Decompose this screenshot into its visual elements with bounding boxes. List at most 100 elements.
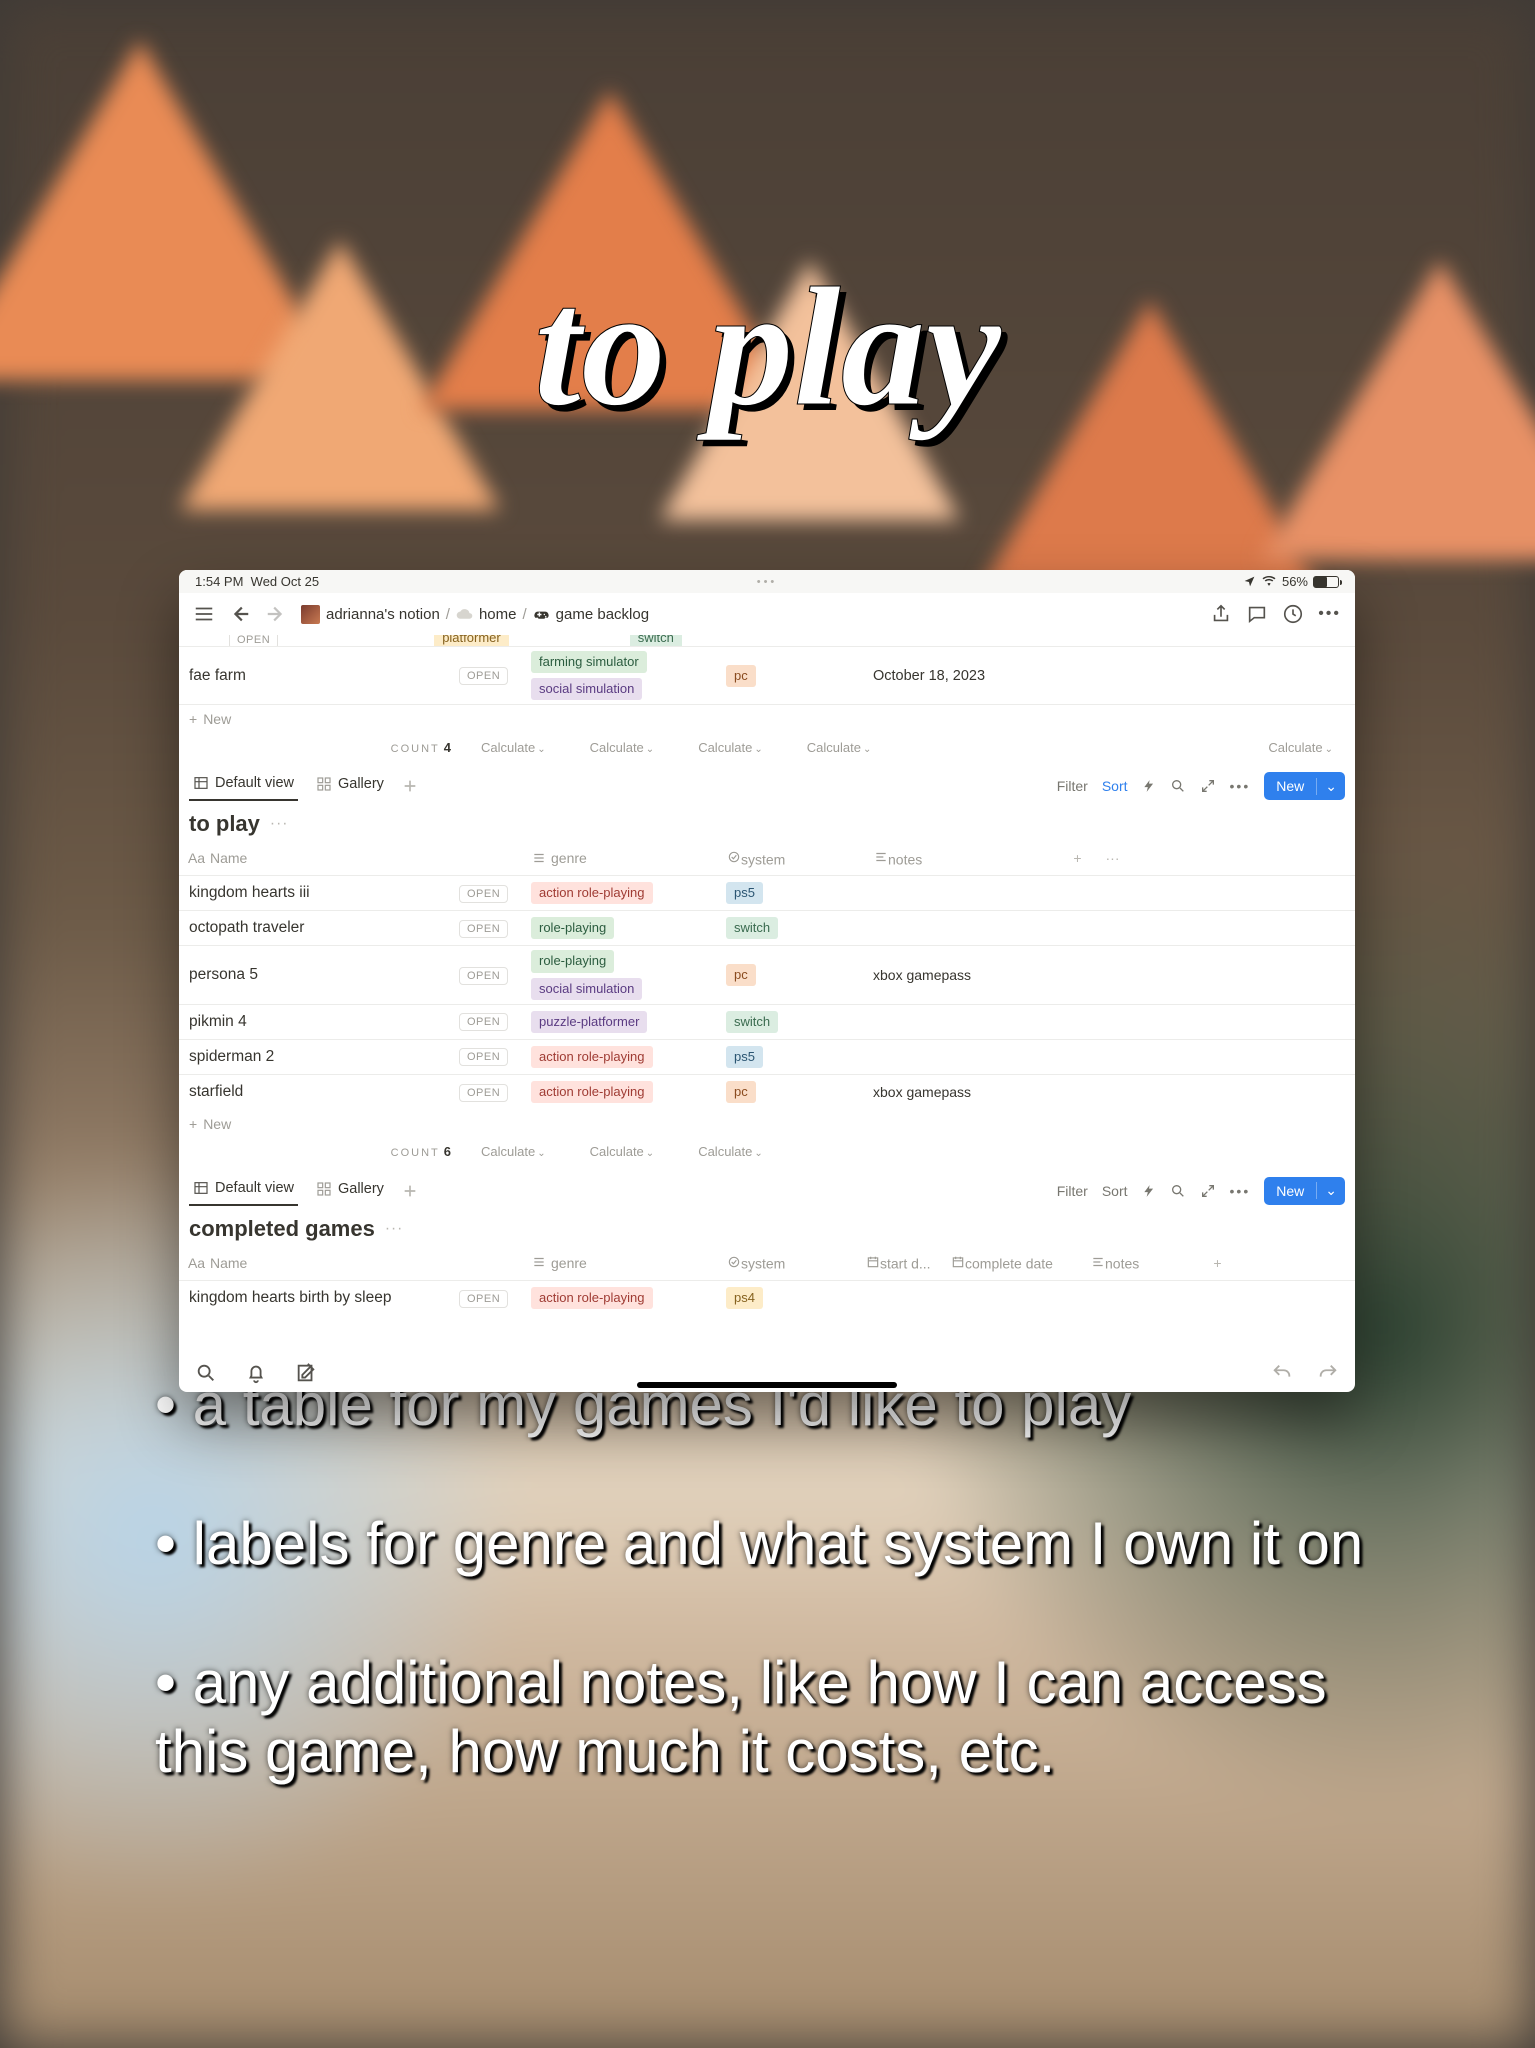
new-button[interactable]: New ⌄ <box>1264 772 1345 800</box>
crumb-home[interactable]: home <box>479 606 517 623</box>
open-page-button[interactable]: OPEN <box>459 1048 508 1066</box>
crumb-page[interactable]: game backlog <box>556 606 649 623</box>
row-title[interactable]: kingdom hearts birth by sleep <box>189 1289 391 1307</box>
home-indicator[interactable] <box>637 1382 897 1388</box>
add-column-button[interactable]: + <box>1200 1255 1235 1271</box>
multitask-dots-icon[interactable]: ••• <box>757 576 778 588</box>
forward-button[interactable] <box>265 603 287 625</box>
notifications-icon[interactable] <box>245 1362 267 1384</box>
calculate-menu[interactable]: Calculate⌄ <box>676 740 785 755</box>
row-title[interactable]: kingdom hearts iii <box>189 884 310 902</box>
search-icon[interactable] <box>1170 1183 1186 1199</box>
redo-icon[interactable] <box>1317 1362 1339 1384</box>
calculate-menu[interactable]: Calculate⌄ <box>568 1144 677 1159</box>
row-title[interactable]: octopath traveler <box>189 919 304 937</box>
open-page-button[interactable]: OPEN <box>459 667 508 685</box>
updates-icon[interactable] <box>1282 603 1304 625</box>
search-icon[interactable] <box>195 1362 217 1384</box>
add-row-button[interactable]: +New <box>179 1110 1355 1138</box>
row-title[interactable]: persona 5 <box>189 966 258 984</box>
table-row[interactable]: pikmin 4 OPEN puzzle-platformer switch <box>179 1005 1355 1040</box>
tag[interactable]: pc <box>726 964 756 986</box>
tag[interactable]: ps5 <box>726 882 763 904</box>
tag[interactable]: action role-playing <box>531 1287 653 1309</box>
tag-system[interactable]: pc <box>726 665 756 687</box>
expand-icon[interactable] <box>1200 1183 1216 1199</box>
breadcrumb[interactable]: adrianna's notion / home / game backlog <box>301 605 649 624</box>
open-page-button[interactable]: OPEN <box>459 1013 508 1031</box>
open-page-button[interactable]: OPEN <box>459 1290 508 1308</box>
column-more-icon[interactable]: ··· <box>1095 850 1130 866</box>
open-page-button[interactable]: OPEN <box>459 967 508 985</box>
table-row[interactable]: kingdom hearts birth by sleep OPEN action … <box>179 1281 1355 1316</box>
more-icon[interactable]: ••• <box>1230 1183 1251 1199</box>
table-row[interactable]: octopath traveler OPEN role-playing switch <box>179 911 1355 946</box>
table-row[interactable]: starfield OPEN action role-playing pc xbox g… <box>179 1075 1355 1110</box>
calculate-menu[interactable]: Calculate⌄ <box>459 1144 568 1159</box>
table-row[interactable]: spiderman 2OPENaction role-playingps5 <box>179 1040 1355 1075</box>
tag[interactable]: switch <box>726 1011 778 1033</box>
notes-cell[interactable]: xbox gamepass <box>865 1080 1060 1104</box>
comments-icon[interactable] <box>1246 603 1268 625</box>
row-title[interactable]: pikmin 4 <box>189 1013 247 1031</box>
open-page-button[interactable]: OPEN <box>459 885 508 903</box>
tag[interactable]: ps5 <box>726 1046 763 1068</box>
add-row-button[interactable]: +New <box>179 705 1355 733</box>
tag[interactable]: ps4 <box>726 1287 763 1309</box>
tab-default-view[interactable]: Default view <box>189 771 298 801</box>
open-page-button[interactable]: OPEN <box>459 920 508 938</box>
notes-cell[interactable]: xbox gamepass <box>865 963 1060 987</box>
database-title[interactable]: completed games <box>189 1216 375 1242</box>
add-column-button[interactable]: + <box>1060 850 1095 866</box>
tag-genre[interactable]: social simulation <box>531 678 642 700</box>
table-row[interactable]: kingdom hearts iii OPEN action role-playin… <box>179 876 1355 911</box>
row-title[interactable]: starfield <box>189 1083 243 1101</box>
calculate-menu[interactable]: Calculate⌄ <box>785 740 894 755</box>
share-icon[interactable] <box>1210 603 1232 625</box>
tab-gallery[interactable]: Gallery <box>312 772 388 800</box>
tag[interactable]: action role-playing <box>531 882 653 904</box>
crumb-workspace[interactable]: adrianna's notion <box>326 606 440 623</box>
filter-button[interactable]: Filter <box>1057 778 1088 794</box>
tag[interactable]: action role-playing <box>531 1081 653 1103</box>
undo-icon[interactable] <box>1271 1362 1293 1384</box>
row-title[interactable]: fae farm <box>189 667 246 685</box>
calculate-menu[interactable]: Calculate⌄ <box>568 740 677 755</box>
table-row[interactable]: fae farm OPEN farming simulator social s… <box>179 647 1355 705</box>
tag[interactable]: role-playing <box>531 950 614 972</box>
calculate-menu[interactable]: Calculate⌄ <box>459 740 568 755</box>
tag[interactable]: social simulation <box>531 978 642 1000</box>
db-more-icon[interactable]: ··· <box>385 1220 404 1238</box>
calculate-menu[interactable]: Calculate⌄ <box>1246 740 1355 755</box>
table-row[interactable]: persona 5 OPEN role-playing social simulati… <box>179 946 1355 1004</box>
tag[interactable]: switch <box>726 917 778 939</box>
back-button[interactable] <box>229 603 251 625</box>
tab-default-view[interactable]: Default view <box>189 1176 298 1206</box>
tag[interactable]: action role-playing <box>531 1046 653 1068</box>
notes-cell[interactable] <box>865 1053 1060 1061</box>
sort-button[interactable]: Sort <box>1102 778 1128 794</box>
tab-gallery[interactable]: Gallery <box>312 1177 388 1205</box>
new-page-icon[interactable] <box>295 1362 317 1384</box>
chevron-down-icon[interactable]: ⌄ <box>1316 1182 1345 1199</box>
tag-genre[interactable]: farming simulator <box>531 651 647 673</box>
notes-cell[interactable] <box>865 924 1060 932</box>
expand-icon[interactable] <box>1200 778 1216 794</box>
filter-button[interactable]: Filter <box>1057 1183 1088 1199</box>
search-icon[interactable] <box>1170 778 1186 794</box>
tag[interactable]: puzzle-platformer <box>531 1011 647 1033</box>
new-button[interactable]: New ⌄ <box>1264 1177 1345 1205</box>
chevron-down-icon[interactable]: ⌄ <box>1316 778 1345 795</box>
sidebar-toggle-icon[interactable] <box>193 603 215 625</box>
notes-cell[interactable] <box>865 889 1060 897</box>
more-menu-icon[interactable]: ••• <box>1318 603 1341 625</box>
open-page-button[interactable]: OPEN <box>459 1084 508 1102</box>
database-title[interactable]: to play <box>189 811 260 837</box>
tag[interactable]: pc <box>726 1081 756 1103</box>
sort-button[interactable]: Sort <box>1102 1183 1128 1199</box>
calculate-menu[interactable]: Calculate⌄ <box>676 1144 785 1159</box>
db-more-icon[interactable]: ··· <box>270 815 289 833</box>
add-view-button[interactable] <box>402 778 418 794</box>
tag[interactable]: role-playing <box>531 917 614 939</box>
add-view-button[interactable] <box>402 1183 418 1199</box>
